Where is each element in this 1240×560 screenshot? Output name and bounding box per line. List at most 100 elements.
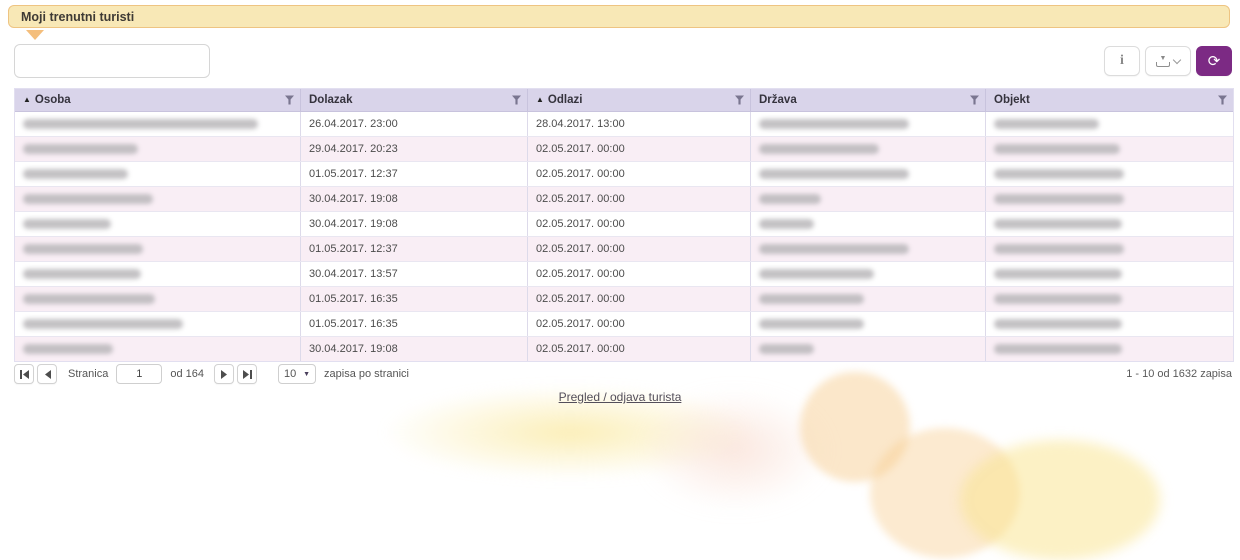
prev-page-icon: [43, 370, 52, 379]
redacted-name: [23, 319, 183, 329]
cell-objekt: [986, 187, 1233, 211]
redacted-name: [23, 169, 128, 179]
pregled-odjava-link[interactable]: Pregled / odjava turista: [559, 390, 682, 404]
cell-osoba: [15, 262, 301, 286]
redacted-name: [23, 269, 141, 279]
cell-drzava: [751, 212, 986, 236]
table-row[interactable]: 01.05.2017. 12:3702.05.2017. 00:00: [15, 237, 1233, 262]
next-page-button[interactable]: [214, 364, 234, 384]
stranica-label: Stranica: [68, 368, 108, 380]
redacted-object: [994, 344, 1122, 354]
filter-icon[interactable]: [1218, 95, 1227, 105]
cell-osoba: [15, 237, 301, 261]
cell-objekt: [986, 312, 1233, 336]
cell-dolazak: 30.04.2017. 13:57: [301, 262, 528, 286]
filter-icon[interactable]: [512, 95, 521, 105]
redacted-country: [759, 294, 864, 304]
column-header-osoba[interactable]: ▲Osoba: [15, 89, 301, 111]
chevron-down-icon: [1172, 55, 1180, 63]
cell-objekt: [986, 162, 1233, 186]
redacted-country: [759, 219, 814, 229]
cell-objekt: [986, 262, 1233, 286]
cell-odlazi: 02.05.2017. 00:00: [528, 212, 751, 236]
table-row[interactable]: 01.05.2017. 16:3502.05.2017. 00:00: [15, 312, 1233, 337]
export-button[interactable]: ▼: [1145, 46, 1191, 76]
cell-objekt: [986, 287, 1233, 311]
column-header-odlazi[interactable]: ▲Odlazi: [528, 89, 751, 111]
cell-osoba: [15, 162, 301, 186]
records-range-label: 1 - 10 od 1632 zapisa: [1126, 368, 1232, 380]
table-row[interactable]: 30.04.2017. 19:0802.05.2017. 00:00: [15, 212, 1233, 237]
cell-odlazi: 02.05.2017. 00:00: [528, 337, 751, 361]
cell-drzava: [751, 237, 986, 261]
cell-dolazak: 01.05.2017. 16:35: [301, 312, 528, 336]
cell-objekt: [986, 112, 1233, 136]
cell-drzava: [751, 112, 986, 136]
cell-dolazak: 01.05.2017. 16:35: [301, 287, 528, 311]
redacted-object: [994, 144, 1120, 154]
table-row[interactable]: 29.04.2017. 20:2302.05.2017. 00:00: [15, 137, 1233, 162]
info-icon: i: [1120, 53, 1124, 69]
redacted-object: [994, 219, 1122, 229]
select-arrow-icon: ▼: [303, 371, 310, 378]
search-input[interactable]: [14, 44, 210, 78]
cell-drzava: [751, 187, 986, 211]
table-row[interactable]: 30.04.2017. 19:0802.05.2017. 00:00: [15, 187, 1233, 212]
table-row[interactable]: 01.05.2017. 16:3502.05.2017. 00:00: [15, 287, 1233, 312]
cell-dolazak: 30.04.2017. 19:08: [301, 187, 528, 211]
redacted-object: [994, 294, 1122, 304]
cell-odlazi: 02.05.2017. 00:00: [528, 137, 751, 161]
first-page-icon: [19, 370, 30, 379]
filter-icon[interactable]: [285, 95, 294, 105]
table-row[interactable]: 30.04.2017. 13:5702.05.2017. 00:00: [15, 262, 1233, 287]
refresh-button[interactable]: ⟳: [1196, 46, 1232, 76]
next-page-icon: [220, 370, 229, 379]
table-row[interactable]: 30.04.2017. 19:0802.05.2017. 00:00: [15, 337, 1233, 361]
cell-odlazi: 02.05.2017. 00:00: [528, 312, 751, 336]
prev-page-button[interactable]: [37, 364, 57, 384]
info-button[interactable]: i: [1104, 46, 1140, 76]
tab-moji-trenutni-turisti[interactable]: Moji trenutni turisti: [8, 5, 1230, 28]
download-icon: ▼: [1157, 56, 1170, 67]
cell-osoba: [15, 187, 301, 211]
tab-label: Moji trenutni turisti: [21, 10, 134, 24]
redacted-country: [759, 194, 821, 204]
cell-osoba: [15, 287, 301, 311]
redacted-name: [23, 219, 111, 229]
redacted-country: [759, 119, 909, 129]
redacted-object: [994, 269, 1122, 279]
cell-osoba: [15, 137, 301, 161]
refresh-icon: ⟳: [1208, 54, 1221, 69]
table-body: 26.04.2017. 23:0028.04.2017. 13:0029.04.…: [15, 112, 1233, 361]
page-number-input[interactable]: [116, 364, 162, 384]
filter-icon[interactable]: [970, 95, 979, 105]
cell-drzava: [751, 287, 986, 311]
table-row[interactable]: 01.05.2017. 12:3702.05.2017. 00:00: [15, 162, 1233, 187]
cell-odlazi: 02.05.2017. 00:00: [528, 237, 751, 261]
column-header-dolazak[interactable]: Dolazak: [301, 89, 528, 111]
cell-objekt: [986, 212, 1233, 236]
redacted-name: [23, 344, 113, 354]
redacted-object: [994, 244, 1124, 254]
redacted-name: [23, 144, 138, 154]
cell-odlazi: 02.05.2017. 00:00: [528, 162, 751, 186]
cell-drzava: [751, 262, 986, 286]
redacted-object: [994, 169, 1124, 179]
first-page-button[interactable]: [14, 364, 34, 384]
cell-dolazak: 26.04.2017. 23:00: [301, 112, 528, 136]
page-count-label: od 164: [170, 368, 204, 380]
filter-icon[interactable]: [735, 95, 744, 105]
column-header-objekt[interactable]: Objekt: [986, 89, 1233, 111]
table-row[interactable]: 26.04.2017. 23:0028.04.2017. 13:00: [15, 112, 1233, 137]
cell-dolazak: 29.04.2017. 20:23: [301, 137, 528, 161]
column-header-država[interactable]: Država: [751, 89, 986, 111]
sort-asc-icon: ▲: [536, 96, 544, 104]
cell-dolazak: 01.05.2017. 12:37: [301, 162, 528, 186]
table-header: ▲OsobaDolazak▲OdlaziDržavaObjekt: [15, 89, 1233, 112]
page-size-select[interactable]: 10 ▼: [278, 364, 316, 384]
cell-drzava: [751, 337, 986, 361]
redacted-name: [23, 294, 155, 304]
redacted-object: [994, 194, 1124, 204]
last-page-button[interactable]: [237, 364, 257, 384]
cell-objekt: [986, 137, 1233, 161]
